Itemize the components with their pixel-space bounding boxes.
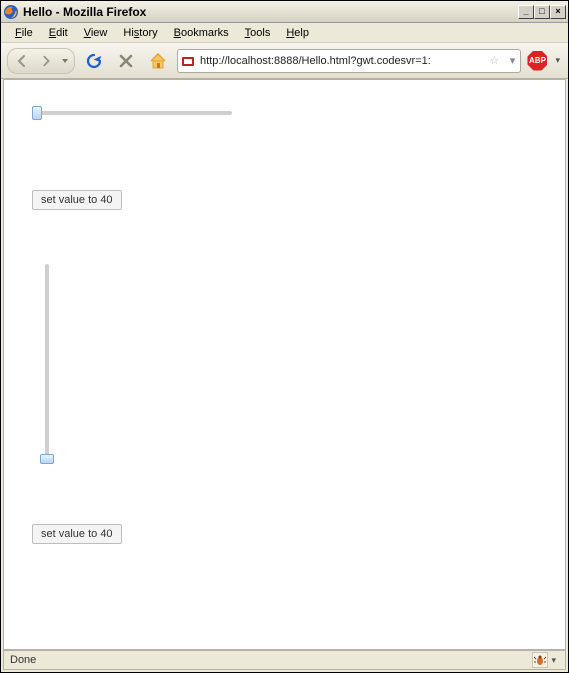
vertical-slider[interactable]	[40, 264, 54, 464]
window-title: Hello - Mozilla Firefox	[23, 5, 146, 19]
url-bar[interactable]: http://localhost:8888/Hello.html?gwt.cod…	[177, 49, 521, 73]
maximize-button[interactable]: □	[534, 5, 550, 19]
menu-help[interactable]: Help	[278, 25, 317, 41]
back-forward-group	[7, 48, 75, 74]
menu-history[interactable]: History	[115, 25, 165, 41]
set-value-button-2[interactable]: set value to 40	[32, 524, 122, 544]
site-favicon	[180, 53, 196, 69]
navigation-toolbar: http://localhost:8888/Hello.html?gwt.cod…	[1, 43, 568, 79]
menu-tools[interactable]: Tools	[237, 25, 279, 41]
set-value-button-1[interactable]: set value to 40	[32, 190, 122, 210]
home-button[interactable]	[145, 48, 171, 74]
firebug-icon[interactable]	[532, 652, 548, 668]
forward-button[interactable]	[34, 49, 58, 73]
menu-bookmarks[interactable]: Bookmarks	[166, 25, 237, 41]
menu-view[interactable]: View	[76, 25, 116, 41]
menu-bar: File Edit View History Bookmarks Tools H…	[1, 23, 568, 43]
firebug-dropdown-icon[interactable]: ▾	[548, 655, 559, 666]
minimize-button[interactable]: _	[518, 5, 534, 19]
reload-button[interactable]	[81, 48, 107, 74]
horizontal-slider-thumb[interactable]	[32, 106, 42, 120]
stop-button[interactable]	[113, 48, 139, 74]
adblock-dropdown-icon[interactable]: ▾	[553, 55, 562, 66]
bookmark-star-icon[interactable]: ☆	[486, 54, 502, 67]
close-button[interactable]: ×	[550, 5, 566, 19]
back-button[interactable]	[10, 49, 34, 73]
vertical-slider-thumb[interactable]	[40, 454, 54, 464]
recent-pages-dropdown[interactable]	[58, 49, 72, 73]
status-text: Done	[10, 654, 36, 666]
menu-edit[interactable]: Edit	[41, 25, 76, 41]
horizontal-slider[interactable]	[32, 106, 232, 120]
firefox-icon	[3, 4, 19, 20]
horizontal-slider-track	[38, 111, 232, 115]
status-bar: Done ▾	[3, 650, 566, 670]
menu-file[interactable]: File	[7, 25, 41, 41]
page-content: set value to 40 set value to 40	[3, 79, 566, 650]
adblock-plus-button[interactable]: ABP	[527, 51, 547, 71]
url-text[interactable]: http://localhost:8888/Hello.html?gwt.cod…	[200, 55, 482, 67]
window-titlebar: Hello - Mozilla Firefox _ □ ×	[1, 1, 568, 23]
vertical-slider-track	[45, 264, 49, 458]
window-controls: _ □ ×	[518, 5, 566, 19]
url-dropdown-icon[interactable]: ▾	[506, 54, 518, 67]
